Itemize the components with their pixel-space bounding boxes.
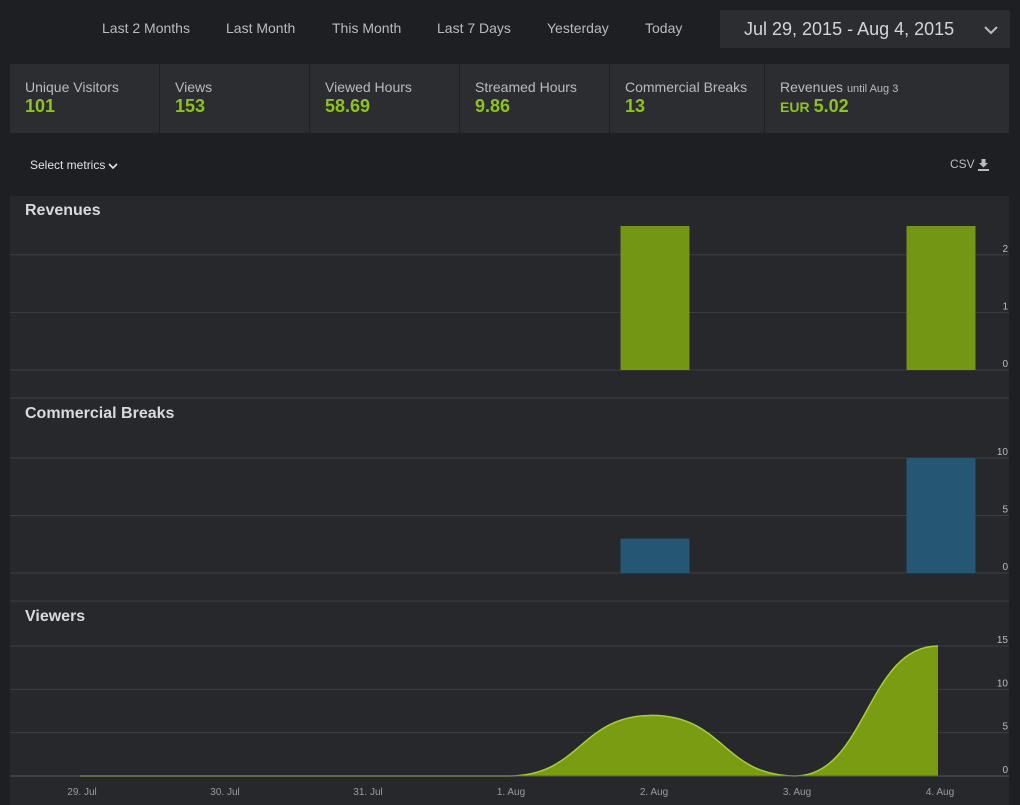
y-tick-label: 0 [1002,359,1008,370]
stat-views: Views 153 [160,64,310,133]
stat-value: 9.86 [475,96,511,116]
x-tick-label: 1. Aug [497,787,525,798]
bar-revenues [620,226,690,370]
stat-value-number: 5.02 [813,96,849,116]
stat-revenues: Revenues until Aug 3 EUR 5.02 [765,64,1009,133]
y-tick-label: 10 [997,678,1009,689]
stat-title: Revenues until Aug 3 [780,79,898,95]
stat-streamed-hours: Streamed Hours 9.86 [460,64,610,133]
stat-note: until Aug 3 [846,83,899,95]
stat-title: Unique Visitors [25,79,119,95]
charts-area: Revenues Commercial Breaks Viewers 01205… [10,196,1009,805]
stat-unique-visitors: Unique Visitors 101 [10,64,160,133]
stat-title: Viewed Hours [325,79,412,95]
x-tick-label: 31. Jul [353,787,382,798]
stat-viewed-hours: Viewed Hours 58.69 [310,64,460,133]
line-viewers [80,645,939,777]
tab-today[interactable]: Today [645,20,682,36]
bar-commercial-breaks [906,458,976,573]
y-tick-label: 5 [1002,722,1008,733]
y-tick-label: 15 [997,635,1009,646]
chevron-down-icon [105,158,118,172]
stat-value: 101 [25,96,56,116]
csv-label: CSV [950,157,975,171]
stat-value: 13 [625,96,646,116]
y-tick-label: 2 [1002,244,1008,255]
stat-title-text: Revenues [780,79,844,95]
y-tick-label: 0 [1002,562,1008,573]
x-tick-label: 29. Jul [67,787,96,798]
select-metrics-button[interactable]: Select metrics [30,158,118,172]
chevron-down-icon [984,22,998,40]
charts-svg: 0 1 2 0 5 10 0 5 10 15 29. Jul 30. Jul 31. Jul 1. Aug… [10,226,1009,798]
x-tick-label: 30. Jul [210,787,239,798]
tab-last-2-months[interactable]: Last 2 Months [102,20,190,36]
tab-last-month[interactable]: Last Month [226,20,295,36]
date-range-bar: Last 2 Months Last Month This Month Last… [0,0,1020,60]
tab-this-month[interactable]: This Month [332,20,401,36]
stat-title: Streamed Hours [475,79,577,95]
x-tick-label: 2. Aug [640,787,668,798]
chart-controls: Select metrics CSV [0,140,1020,190]
y-tick-label: 1 [1002,301,1008,312]
tab-yesterday[interactable]: Yesterday [547,20,609,36]
stat-currency: EUR [780,99,810,115]
y-tick-label: 5 [1002,505,1008,516]
area-viewers [80,646,938,776]
stat-value: 153 [175,96,206,116]
x-tick-label: 4. Aug [926,787,954,798]
stat-value: 58.69 [325,96,371,116]
bar-commercial-breaks [620,538,690,573]
download-icon [975,157,990,172]
tab-last-7-days[interactable]: Last 7 Days [437,20,511,36]
x-tick-label: 3. Aug [783,787,811,798]
y-tick-label: 10 [997,447,1009,458]
summary-stats: Unique Visitors 101 Views 153 Viewed Hou… [10,64,1009,133]
stat-commercial-breaks: Commercial Breaks 13 [610,64,765,133]
date-range-picker[interactable]: Jul 29, 2015 - Aug 4, 2015 [720,10,1010,48]
bar-revenues [906,226,976,370]
stat-value: EUR 5.02 [780,96,849,117]
y-tick-label: 0 [1002,765,1008,776]
csv-download-button[interactable]: CSV [950,157,990,172]
stat-title: Commercial Breaks [625,79,748,95]
select-metrics-label: Select metrics [30,158,106,172]
stat-title: Views [175,79,213,95]
date-range-label: Jul 29, 2015 - Aug 4, 2015 [744,19,955,39]
